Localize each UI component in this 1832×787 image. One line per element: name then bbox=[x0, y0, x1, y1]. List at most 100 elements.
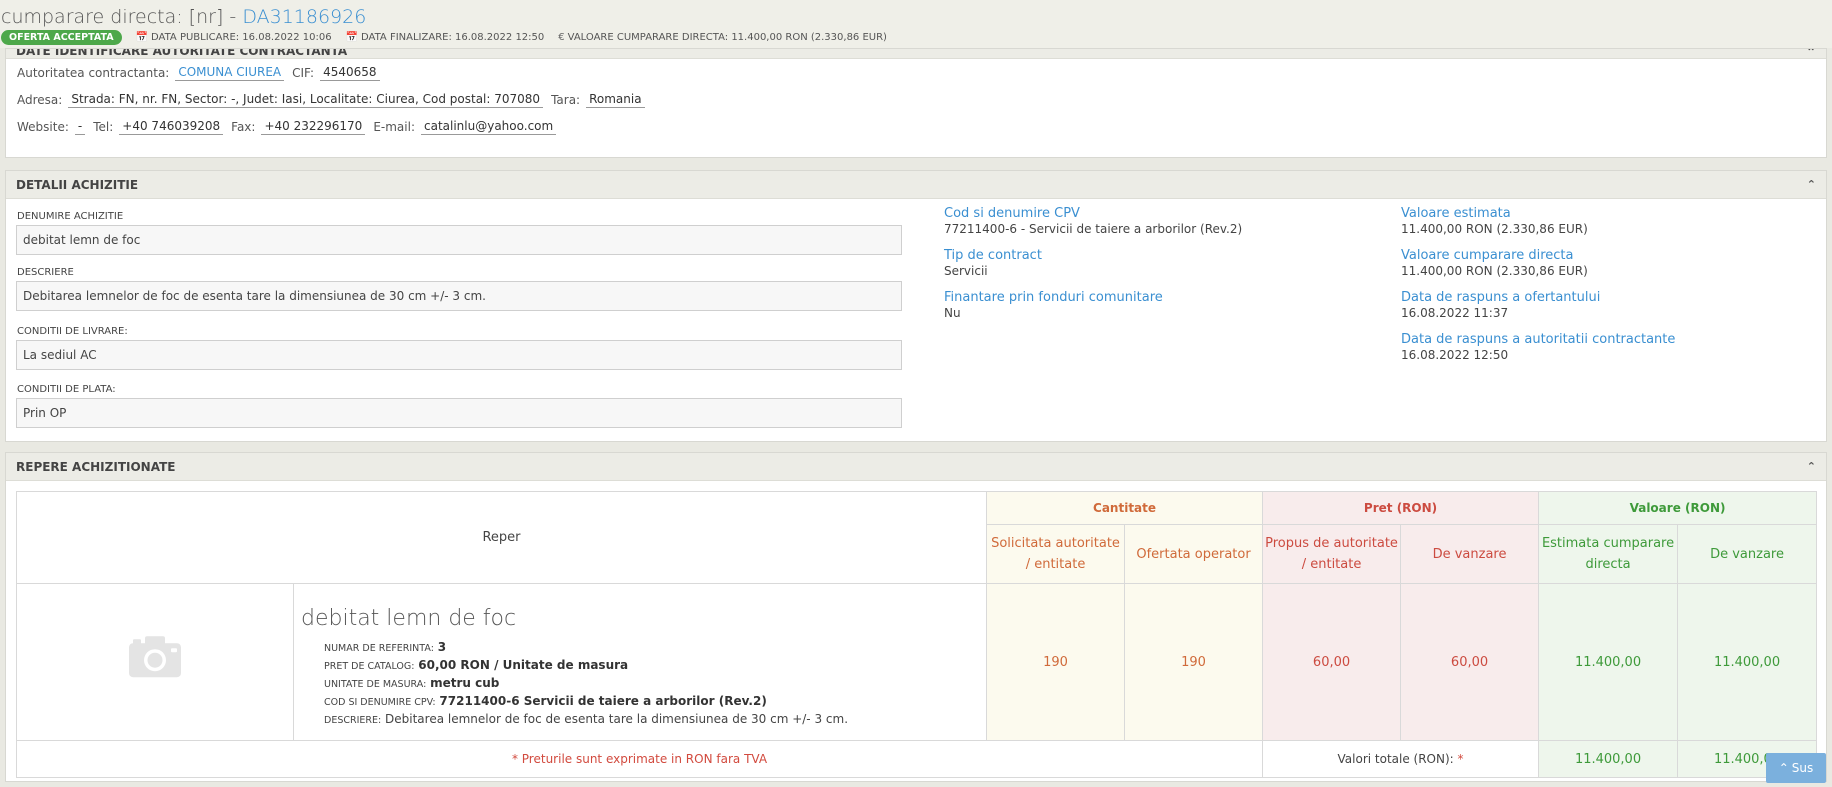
cell-propus: 60,00 bbox=[1262, 583, 1402, 741]
website-label: Website: bbox=[17, 119, 69, 134]
authority-row-3: Website: - Tel: +40 746039208 Fax: +40 2… bbox=[6, 113, 1826, 140]
spec-reference-value: 3 bbox=[437, 640, 447, 654]
table-row: debitat lemn de foc NUMAR DE REFERINTA: … bbox=[16, 583, 1818, 741]
chevron-up-icon[interactable]: ⌃ bbox=[1807, 178, 1816, 191]
field-label-denumire: DENUMIRE ACHIZITIE bbox=[17, 211, 124, 222]
chevron-up-icon[interactable]: ⌃ bbox=[1807, 460, 1816, 473]
cif-value: 4540658 bbox=[320, 65, 380, 81]
details-panel: DETALII ACHIZITIE ⌃ DENUMIRE ACHIZITIE d… bbox=[5, 170, 1827, 442]
title-prefix: cumparare directa: [nr] - bbox=[1, 6, 237, 28]
spec-cpv-value: 77211400-6 Servicii de taiere a arborilo… bbox=[439, 694, 767, 708]
cell-estimata: 11.400,00 bbox=[1538, 583, 1679, 741]
country-label: Tara: bbox=[551, 92, 581, 107]
info-direct-value-value: 11.400,00 RON (2.330,86 EUR) bbox=[1401, 264, 1588, 278]
table-header-row-1: Reper Cantitate Pret (RON) Valoare (RON) bbox=[15, 491, 1818, 584]
spec-unit-value: metru cub bbox=[430, 676, 500, 690]
field-label-descriere: DESCRIERE bbox=[17, 267, 74, 278]
authority-panel-title: DATE IDENTIFICARE AUTORITATE CONTRACTANT… bbox=[16, 49, 348, 58]
spec-description-key: DESCRIERE: bbox=[324, 715, 382, 726]
item-description-cell: debitat lemn de foc NUMAR DE REFERINTA: … bbox=[292, 583, 988, 741]
header-propus: Propus de autoritate / entitate bbox=[1262, 524, 1402, 584]
items-panel-title: REPERE ACHIZITIONATE bbox=[16, 459, 176, 474]
meta-publish-date: 📅 DATA PUBLICARE: 16.08.2022 10:06 bbox=[136, 32, 332, 43]
cif-label: CIF: bbox=[292, 65, 315, 80]
table-footer-row: * Preturile sunt exprimate in RON fara T… bbox=[15, 740, 1818, 778]
info-cpv-value: 77211400-6 - Servicii de taiere a arbori… bbox=[944, 222, 1243, 236]
authority-name-link[interactable]: COMUNA CIUREA bbox=[175, 65, 285, 81]
price-note: * Preturile sunt exprimate in RON fara T… bbox=[15, 740, 1264, 778]
header-pret: Pret (RON) bbox=[1262, 491, 1540, 525]
totals-label-text: Valori totale (RON): bbox=[1337, 752, 1454, 766]
cell-solicitata: 190 bbox=[986, 583, 1126, 741]
details-info-column-2: Cod si denumire CPV 77211400-6 - Servici… bbox=[944, 206, 1242, 332]
tel-label: Tel: bbox=[93, 119, 114, 134]
spec-reference: NUMAR DE REFERINTA: 3 bbox=[301, 639, 986, 657]
spec-catalog-price: PRET DE CATALOG: 60,00 RON / Unitate de … bbox=[301, 657, 986, 675]
totals-label: Valori totale (RON): * bbox=[1262, 740, 1540, 778]
page-header: cumparare directa: [nr] - DA31186926 OFE… bbox=[0, 0, 1832, 48]
info-funding-value: Nu bbox=[944, 306, 961, 320]
meta-value-text: VALOARE CUMPARARE DIRECTA: 11.400,00 RON… bbox=[567, 31, 887, 43]
items-panel: REPERE ACHIZITIONATE ⌃ Reper Cantitate P… bbox=[5, 452, 1827, 782]
field-plata: Prin OP bbox=[16, 398, 902, 428]
details-panel-title: DETALII ACHIZITIE bbox=[16, 177, 139, 192]
field-label-livrare: CONDITII DE LIVRARE: bbox=[17, 326, 128, 337]
header-valoare: Valoare (RON) bbox=[1538, 491, 1818, 525]
fax-label: Fax: bbox=[231, 119, 256, 134]
field-livrare: La sediul AC bbox=[16, 340, 902, 370]
scroll-top-button[interactable]: ⌃ Sus bbox=[1766, 753, 1826, 783]
field-descriere: Debitarea lemnelor de foc de esenta tare… bbox=[16, 281, 902, 311]
details-info-column-3: Valoare estimata 11.400,00 RON (2.330,86… bbox=[1401, 206, 1675, 374]
camera-icon bbox=[129, 636, 181, 678]
procedure-code: DA31186926 bbox=[242, 6, 367, 28]
meta-finalize-text: DATA FINALIZARE: 16.08.2022 12:50 bbox=[361, 31, 545, 43]
spec-unit: UNITATE DE MASURA: metru cub bbox=[301, 675, 986, 693]
spec-unit-key: UNITATE DE MASURA: bbox=[324, 679, 427, 690]
cell-de-vanzare-valoare: 11.400,00 bbox=[1677, 583, 1818, 741]
scroll-top-label: Sus bbox=[1791, 761, 1814, 775]
spec-reference-key: NUMAR DE REFERINTA: bbox=[324, 643, 434, 654]
info-funding-key: Finantare prin fonduri comunitare bbox=[944, 290, 1163, 305]
spec-cpv: COD SI DENUMIRE CPV: 77211400-6 Servicii… bbox=[301, 693, 986, 711]
info-bidder-response-value: 16.08.2022 11:37 bbox=[1401, 306, 1509, 320]
item-photo-cell bbox=[16, 583, 294, 741]
authority-label: Autoritatea contractanta: bbox=[17, 65, 170, 80]
status-badge: OFERTA ACCEPTATA bbox=[1, 29, 122, 45]
header-cantitate: Cantitate bbox=[986, 491, 1264, 525]
authority-row-1: Autoritatea contractanta: COMUNA CIUREA … bbox=[6, 59, 1826, 86]
info-estimated-value: Valoare estimata 11.400,00 RON (2.330,86… bbox=[1401, 206, 1675, 237]
item-title: debitat lemn de foc bbox=[301, 606, 517, 631]
chevron-up-icon[interactable]: ⌃ bbox=[1806, 49, 1816, 58]
info-authority-response-value: 16.08.2022 12:50 bbox=[1401, 348, 1509, 362]
authority-row-2: Adresa: Strada: FN, nr. FN, Sector: -, J… bbox=[6, 86, 1826, 113]
info-authority-response: Data de raspuns a autoritatii contractan… bbox=[1401, 332, 1675, 363]
items-table: Reper Cantitate Pret (RON) Valoare (RON)… bbox=[15, 491, 1818, 778]
details-panel-header[interactable]: DETALII ACHIZITIE ⌃ bbox=[6, 171, 1826, 199]
info-contract-type-key: Tip de contract bbox=[944, 248, 1042, 263]
spec-cpv-key: COD SI DENUMIRE CPV: bbox=[324, 697, 436, 708]
info-estimated-value-key: Valoare estimata bbox=[1401, 206, 1511, 221]
chevron-up-icon: ⌃ bbox=[1778, 761, 1789, 775]
address-label: Adresa: bbox=[17, 92, 63, 107]
euro-icon: € bbox=[558, 31, 565, 43]
info-direct-value-key: Valoare cumparare directa bbox=[1401, 248, 1574, 263]
authority-panel: DATE IDENTIFICARE AUTORITATE CONTRACTANT… bbox=[5, 48, 1827, 158]
website-value: - bbox=[74, 119, 86, 135]
info-contract-type: Tip de contract Servicii bbox=[944, 248, 1242, 279]
header-de-vanzare-pret: De vanzare bbox=[1400, 524, 1540, 584]
country-value: Romania bbox=[586, 92, 645, 108]
items-body: Reper Cantitate Pret (RON) Valoare (RON)… bbox=[6, 481, 1826, 778]
page-title: cumparare directa: [nr] - DA31186926 bbox=[0, 0, 1832, 28]
fax-value: +40 232296170 bbox=[261, 119, 366, 135]
cell-de-vanzare-pret: 60,00 bbox=[1400, 583, 1540, 741]
email-value: catalinlu@yahoo.com bbox=[421, 119, 557, 135]
info-estimated-value-value: 11.400,00 RON (2.330,86 EUR) bbox=[1401, 222, 1588, 236]
totals-star: * bbox=[1457, 752, 1464, 766]
info-authority-response-key: Data de raspuns a autoritatii contractan… bbox=[1401, 332, 1676, 347]
details-body: DENUMIRE ACHIZITIE debitat lemn de foc D… bbox=[6, 199, 1826, 442]
authority-panel-header[interactable]: DATE IDENTIFICARE AUTORITATE CONTRACTANT… bbox=[6, 49, 1826, 59]
meta-finalize-date: 📅 DATA FINALIZARE: 16.08.2022 12:50 bbox=[346, 32, 545, 43]
items-panel-header[interactable]: REPERE ACHIZITIONATE ⌃ bbox=[6, 453, 1826, 481]
spec-catalog-price-value: 60,00 RON / Unitate de masura bbox=[418, 658, 629, 672]
field-denumire: debitat lemn de foc bbox=[16, 225, 902, 255]
